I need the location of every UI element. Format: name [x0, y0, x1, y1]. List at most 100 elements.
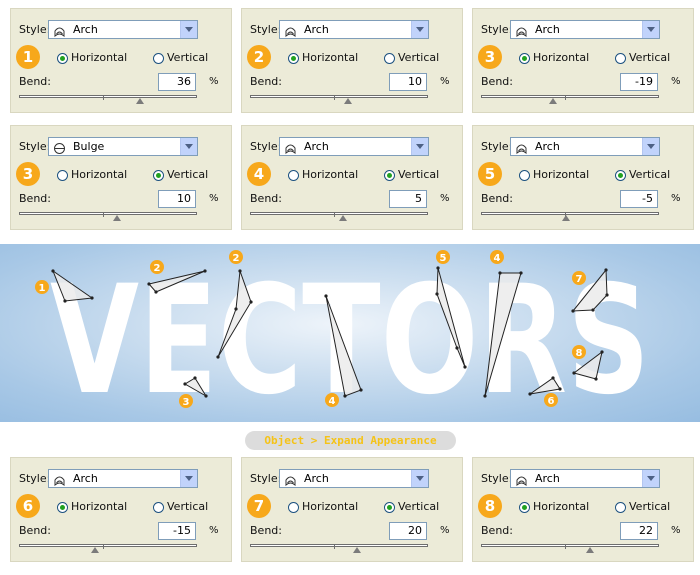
style-value: Arch [304, 23, 329, 36]
arch-icon [284, 472, 297, 487]
style-select[interactable]: Arch [510, 20, 660, 39]
style-select[interactable]: Bulge [48, 137, 198, 156]
svg-text:2: 2 [154, 263, 161, 274]
bend-label: Bend: [19, 524, 51, 537]
percent-label: % [440, 525, 450, 536]
percent-label: % [209, 76, 219, 87]
dropdown-arrow-icon[interactable] [642, 470, 659, 487]
bend-slider-track[interactable] [481, 212, 659, 215]
vertical-radio[interactable] [615, 170, 626, 181]
vertical-label: Vertical [629, 51, 671, 64]
dropdown-arrow-icon[interactable] [642, 21, 659, 38]
svg-text:4: 4 [494, 253, 501, 264]
style-label: Style: [250, 23, 282, 36]
horizontal-radio[interactable] [57, 53, 68, 64]
horizontal-radio[interactable] [288, 502, 299, 513]
style-select[interactable]: Arch [279, 137, 429, 156]
bend-input[interactable]: 20 [389, 522, 427, 540]
vertical-radio[interactable] [384, 170, 395, 181]
style-select[interactable]: Arch [279, 469, 429, 488]
arch-icon [515, 23, 528, 38]
vertical-label: Vertical [167, 51, 209, 64]
bend-slider-center-tick [103, 212, 104, 217]
style-select[interactable]: Arch [48, 20, 198, 39]
bend-slider-track[interactable] [19, 212, 197, 215]
bend-input[interactable]: 10 [158, 190, 196, 208]
style-select[interactable]: Arch [510, 469, 660, 488]
bend-slider-thumb[interactable] [561, 215, 570, 221]
dropdown-arrow-icon[interactable] [180, 470, 197, 487]
dropdown-arrow-icon[interactable] [642, 138, 659, 155]
bend-slider-track[interactable] [481, 544, 659, 547]
bend-label: Bend: [250, 75, 282, 88]
horizontal-radio[interactable] [288, 170, 299, 181]
style-value: Bulge [73, 140, 105, 153]
bend-slider-track[interactable] [481, 95, 659, 98]
bend-slider-thumb[interactable] [90, 547, 99, 553]
style-label: Style: [19, 140, 51, 153]
step-marker: 3 [179, 394, 193, 408]
bend-slider-thumb[interactable] [352, 547, 361, 553]
vertical-radio[interactable] [615, 502, 626, 513]
bend-input[interactable]: -19 [620, 73, 658, 91]
vertical-radio[interactable] [384, 53, 395, 64]
bend-slider-track[interactable] [19, 544, 197, 547]
bend-input[interactable]: -15 [158, 522, 196, 540]
percent-label: % [671, 76, 681, 87]
bend-input[interactable]: 36 [158, 73, 196, 91]
bend-slider-center-tick [565, 95, 566, 100]
bend-input[interactable]: 22 [620, 522, 658, 540]
step-number-badge: 3 [16, 162, 40, 186]
step-marker: 1 [35, 280, 49, 294]
bend-slider-track[interactable] [250, 95, 428, 98]
horizontal-label: Horizontal [533, 500, 590, 513]
vertical-radio[interactable] [153, 502, 164, 513]
vertical-radio[interactable] [153, 53, 164, 64]
vertical-radio[interactable] [153, 170, 164, 181]
dropdown-arrow-icon[interactable] [411, 21, 428, 38]
horizontal-radio[interactable] [519, 502, 530, 513]
style-label: Style: [481, 140, 513, 153]
style-label: Style: [19, 472, 51, 485]
step-marker: 4 [490, 250, 504, 264]
horizontal-radio[interactable] [519, 170, 530, 181]
dropdown-arrow-icon[interactable] [411, 138, 428, 155]
bend-slider-thumb[interactable] [112, 215, 121, 221]
percent-label: % [671, 525, 681, 536]
horizontal-radio[interactable] [288, 53, 299, 64]
dropdown-arrow-icon[interactable] [180, 138, 197, 155]
horizontal-radio[interactable] [57, 502, 68, 513]
step-number-badge: 1 [16, 45, 40, 69]
svg-text:1: 1 [39, 283, 46, 294]
step-number-badge: 4 [247, 162, 271, 186]
horizontal-radio[interactable] [57, 170, 68, 181]
bend-slider-thumb[interactable] [549, 98, 558, 104]
dropdown-arrow-icon[interactable] [180, 21, 197, 38]
step-number-badge: 3 [478, 45, 502, 69]
bend-label: Bend: [19, 75, 51, 88]
vertical-label: Vertical [398, 500, 440, 513]
vertical-label: Vertical [167, 168, 209, 181]
arch-icon [284, 23, 297, 38]
horizontal-radio[interactable] [519, 53, 530, 64]
bend-input[interactable]: -5 [620, 190, 658, 208]
bend-slider-thumb[interactable] [585, 547, 594, 553]
bend-slider-track[interactable] [19, 95, 197, 98]
vertical-radio[interactable] [615, 53, 626, 64]
bend-slider-track[interactable] [250, 544, 428, 547]
bend-input[interactable]: 5 [389, 190, 427, 208]
warp-options-panel: Style: Arch 8 Horizontal Vertical Bend: … [472, 457, 694, 562]
style-value: Arch [73, 472, 98, 485]
warp-options-panel: Style: Arch 7 Horizontal Vertical Bend: … [241, 457, 463, 562]
style-select[interactable]: Arch [279, 20, 429, 39]
bend-input[interactable]: 10 [389, 73, 427, 91]
style-select[interactable]: Arch [48, 469, 198, 488]
bend-slider-thumb[interactable] [339, 215, 348, 221]
bend-slider-thumb[interactable] [343, 98, 352, 104]
bend-slider-thumb[interactable] [136, 98, 145, 104]
bend-label: Bend: [250, 524, 282, 537]
style-select[interactable]: Arch [510, 137, 660, 156]
vertical-radio[interactable] [384, 502, 395, 513]
style-label: Style: [481, 23, 513, 36]
dropdown-arrow-icon[interactable] [411, 470, 428, 487]
